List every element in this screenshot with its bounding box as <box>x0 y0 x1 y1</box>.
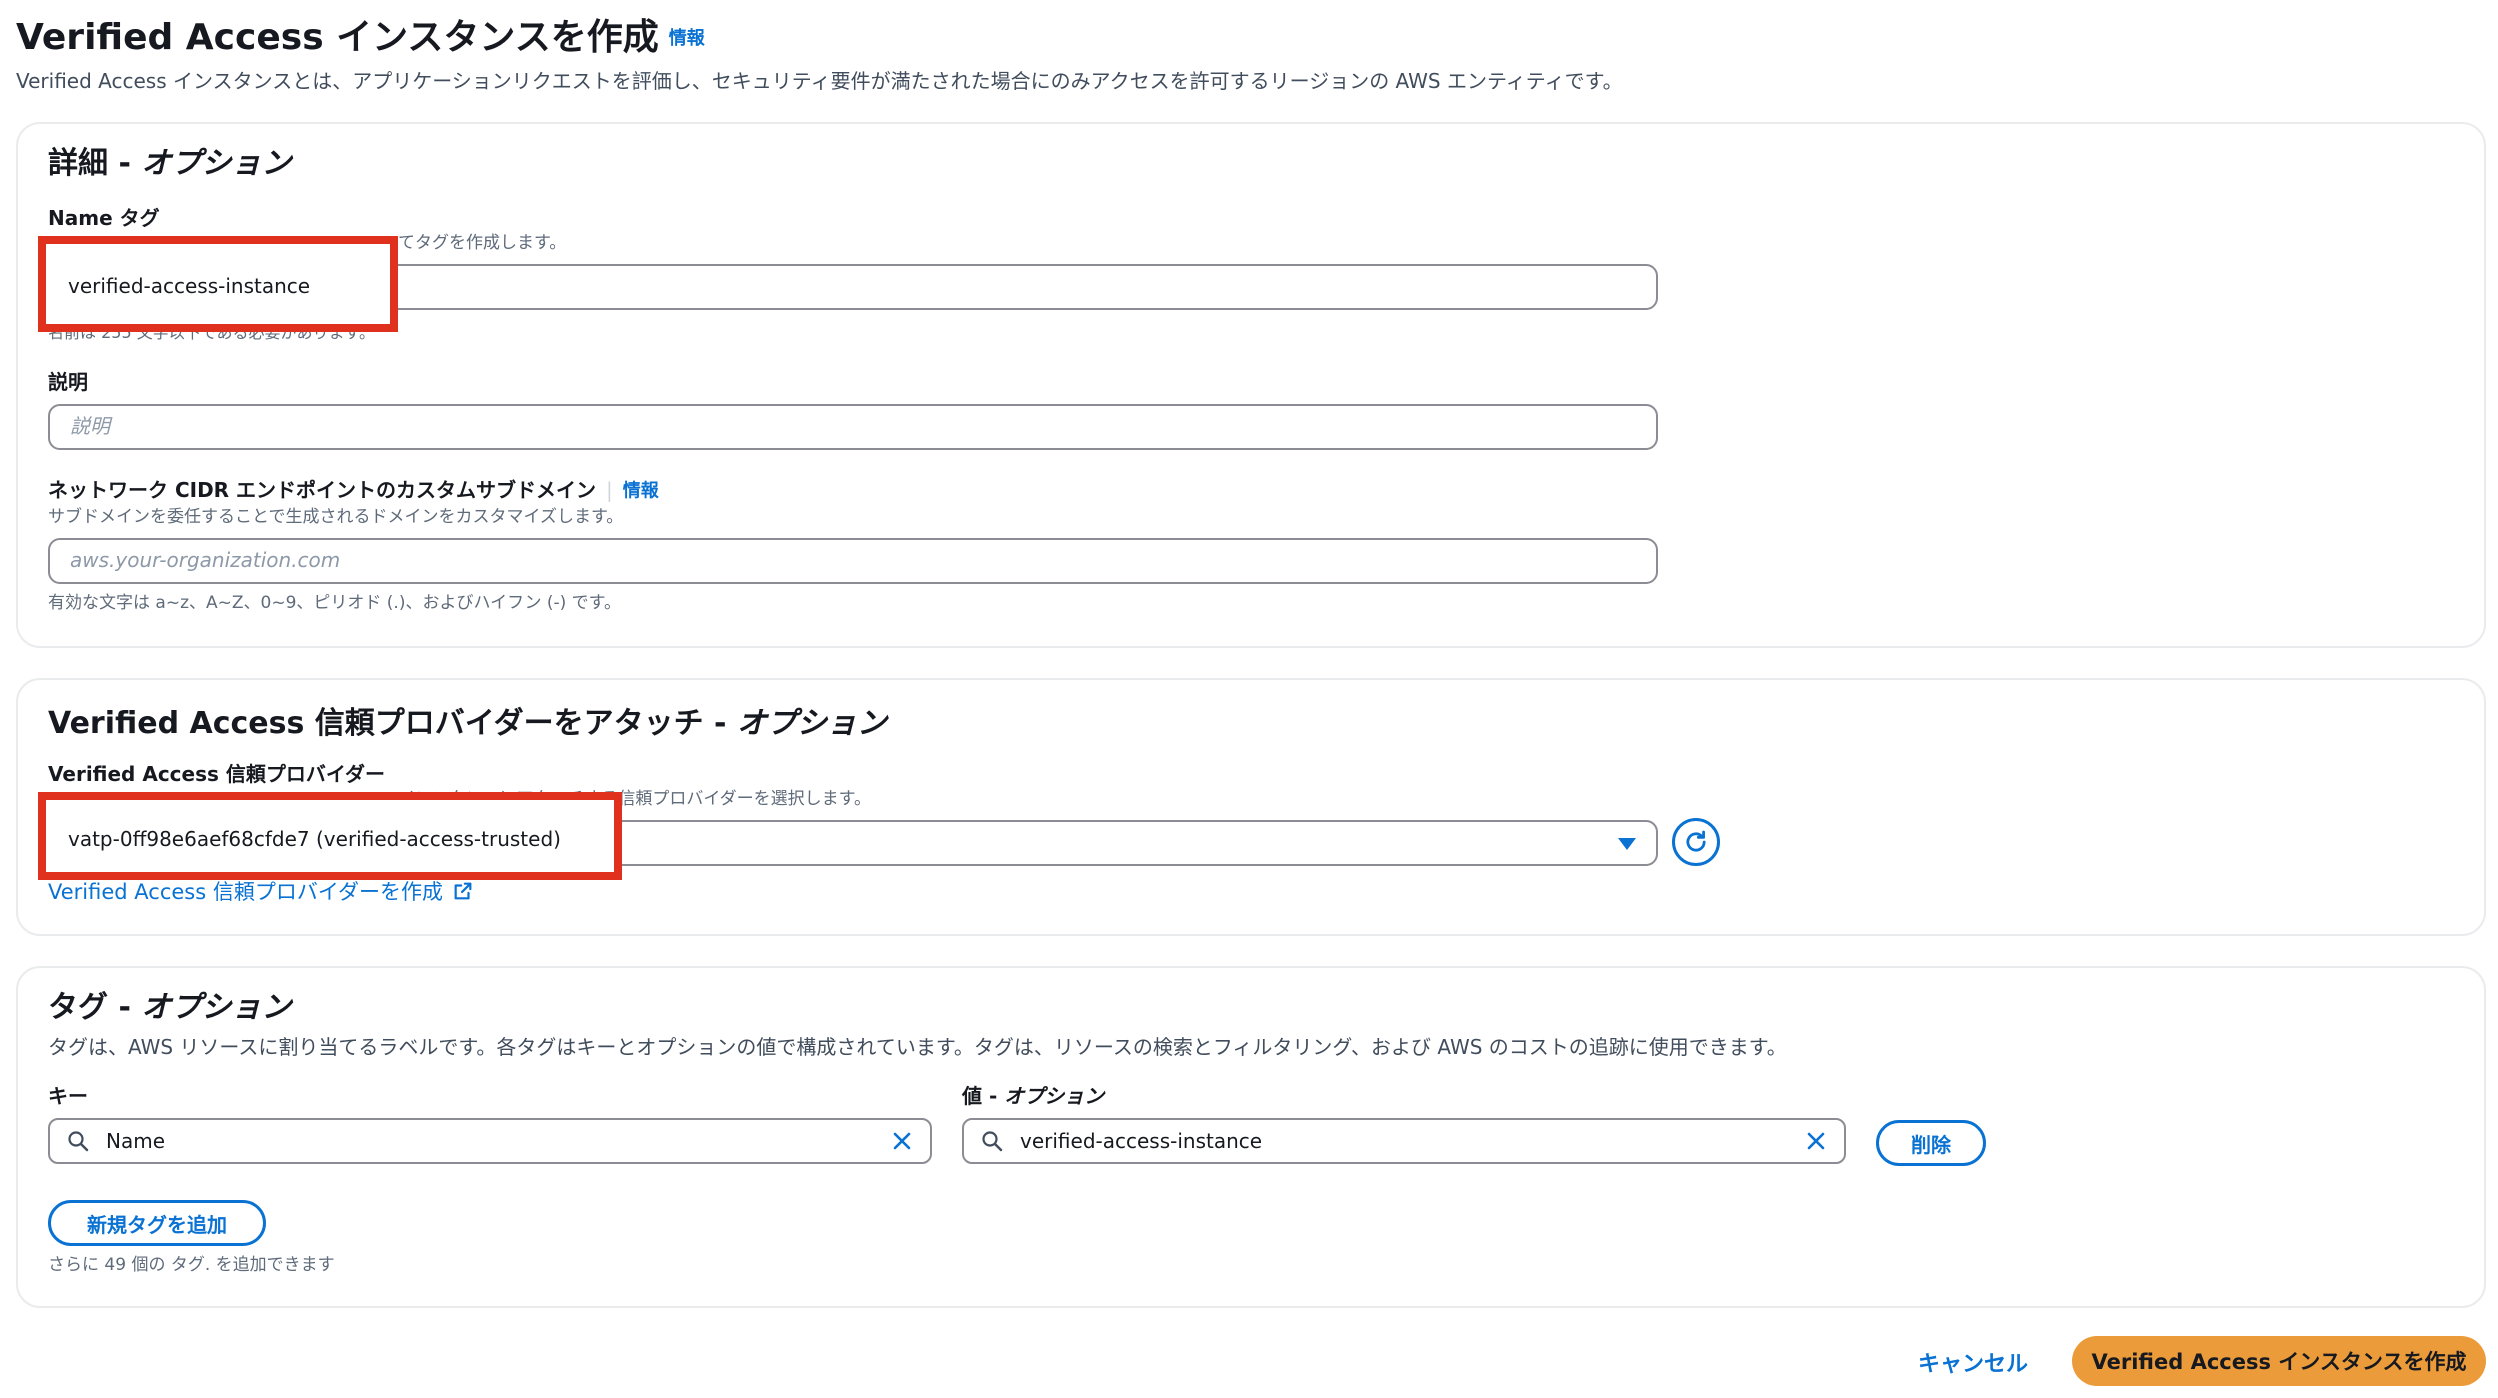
trust-heading: Verified Access 信頼プロバイダーをアタッチ - オプション <box>48 704 887 744</box>
tag-value-label: 値 - オプション <box>962 1082 1104 1110</box>
add-tag-button[interactable]: 新規タグを追加 <box>48 1200 266 1246</box>
create-trust-provider-link-text[interactable]: Verified Access 信頼プロバイダーを作成 <box>48 880 443 904</box>
trust-heading-optional: オプション <box>736 706 887 741</box>
cidr-hint: 有効な文字は a~z、A~Z、0~9、ピリオド (.)、およびハイフン (-) … <box>48 593 621 613</box>
create-instance-button[interactable]: Verified Access インスタンスを作成 <box>2072 1336 2486 1386</box>
trust-provider-value[interactable]: vatp-0ff98e6aef68cfde7 (verified-access-… <box>68 827 561 851</box>
cidr-label: ネットワーク CIDR エンドポイントのカスタムサブドメイン | 情報 <box>48 478 659 502</box>
cidr-label-text: ネットワーク CIDR エンドポイントのカスタムサブドメイン <box>48 478 597 502</box>
name-tag-highlight: verified-access-instance <box>38 236 398 332</box>
search-icon <box>982 1131 1003 1152</box>
tag-value-value: verified-access-instance <box>1020 1129 1263 1153</box>
clear-key-icon[interactable] <box>890 1129 914 1153</box>
page-title-text: Verified Access インスタンスを作成 <box>16 17 659 58</box>
info-link[interactable]: 情報 <box>669 28 705 49</box>
name-tag-value[interactable]: verified-access-instance <box>68 274 310 298</box>
refresh-icon <box>1686 830 1706 852</box>
tag-key-value: Name <box>106 1129 166 1153</box>
page-subtitle: Verified Access インスタンスとは、アプリケーションリクエストを評… <box>16 69 1623 93</box>
details-heading: 詳細 - オプション <box>48 144 291 184</box>
caret-down-icon <box>1618 838 1636 850</box>
tag-value-input[interactable]: verified-access-instance <box>962 1118 1846 1164</box>
remove-tag-button[interactable]: 削除 <box>1876 1120 1986 1166</box>
search-icon <box>68 1131 89 1152</box>
tag-value-label-main: 値 - <box>962 1084 1005 1108</box>
trust-provider-highlight: vatp-0ff98e6aef68cfde7 (verified-access-… <box>38 792 622 880</box>
details-heading-main: 詳細 - <box>48 146 142 181</box>
details-panel: 詳細 - オプション Name タグ てタグを作成します。 名前は 255 文字… <box>16 122 2486 648</box>
description-label: 説明 <box>48 370 88 394</box>
tag-key-input[interactable]: Name <box>48 1118 932 1164</box>
details-heading-optional: オプション <box>141 146 292 181</box>
clear-value-icon[interactable] <box>1804 1129 1828 1153</box>
cidr-input[interactable]: aws.your-organization.com <box>48 538 1658 584</box>
external-link-icon <box>454 882 472 900</box>
tag-value-label-optional: オプション <box>1004 1084 1105 1108</box>
trust-provider-panel: Verified Access 信頼プロバイダーをアタッチ - オプション Ve… <box>16 678 2486 936</box>
tags-heading: タグ - オプション <box>48 988 291 1028</box>
tags-remaining: さらに 49 個の タグ. を追加できます <box>48 1255 335 1275</box>
cidr-description: サブドメインを委任することで生成されるドメインをカスタマイズします。 <box>48 507 624 527</box>
description-input[interactable]: 説明 <box>48 404 1658 450</box>
tags-description: タグは、AWS リソースに割り当てるラベルです。各タグはキーとオプションの値で構… <box>48 1035 1787 1059</box>
create-trust-provider-link[interactable]: Verified Access 信頼プロバイダーを作成 <box>48 876 474 906</box>
name-tag-label: Name タグ <box>48 206 160 230</box>
refresh-button[interactable] <box>1672 818 1720 866</box>
tags-panel: タグ - オプション タグは、AWS リソースに割り当てるラベルです。各タグはキ… <box>16 966 2486 1308</box>
name-tag-description: てタグを作成します。 <box>398 233 567 253</box>
trust-provider-label: Verified Access 信頼プロバイダー <box>48 762 386 786</box>
page-title: Verified Access インスタンスを作成 情報 <box>16 14 705 63</box>
tags-heading-main: タグ - <box>48 990 142 1025</box>
tag-key-label: キー <box>48 1084 88 1108</box>
trust-heading-main: Verified Access 信頼プロバイダーをアタッチ - <box>48 706 737 741</box>
cidr-info-link[interactable]: 情報 <box>623 481 659 502</box>
cancel-button[interactable]: キャンセル <box>1918 1346 2028 1378</box>
tags-heading-optional: オプション <box>141 990 292 1025</box>
